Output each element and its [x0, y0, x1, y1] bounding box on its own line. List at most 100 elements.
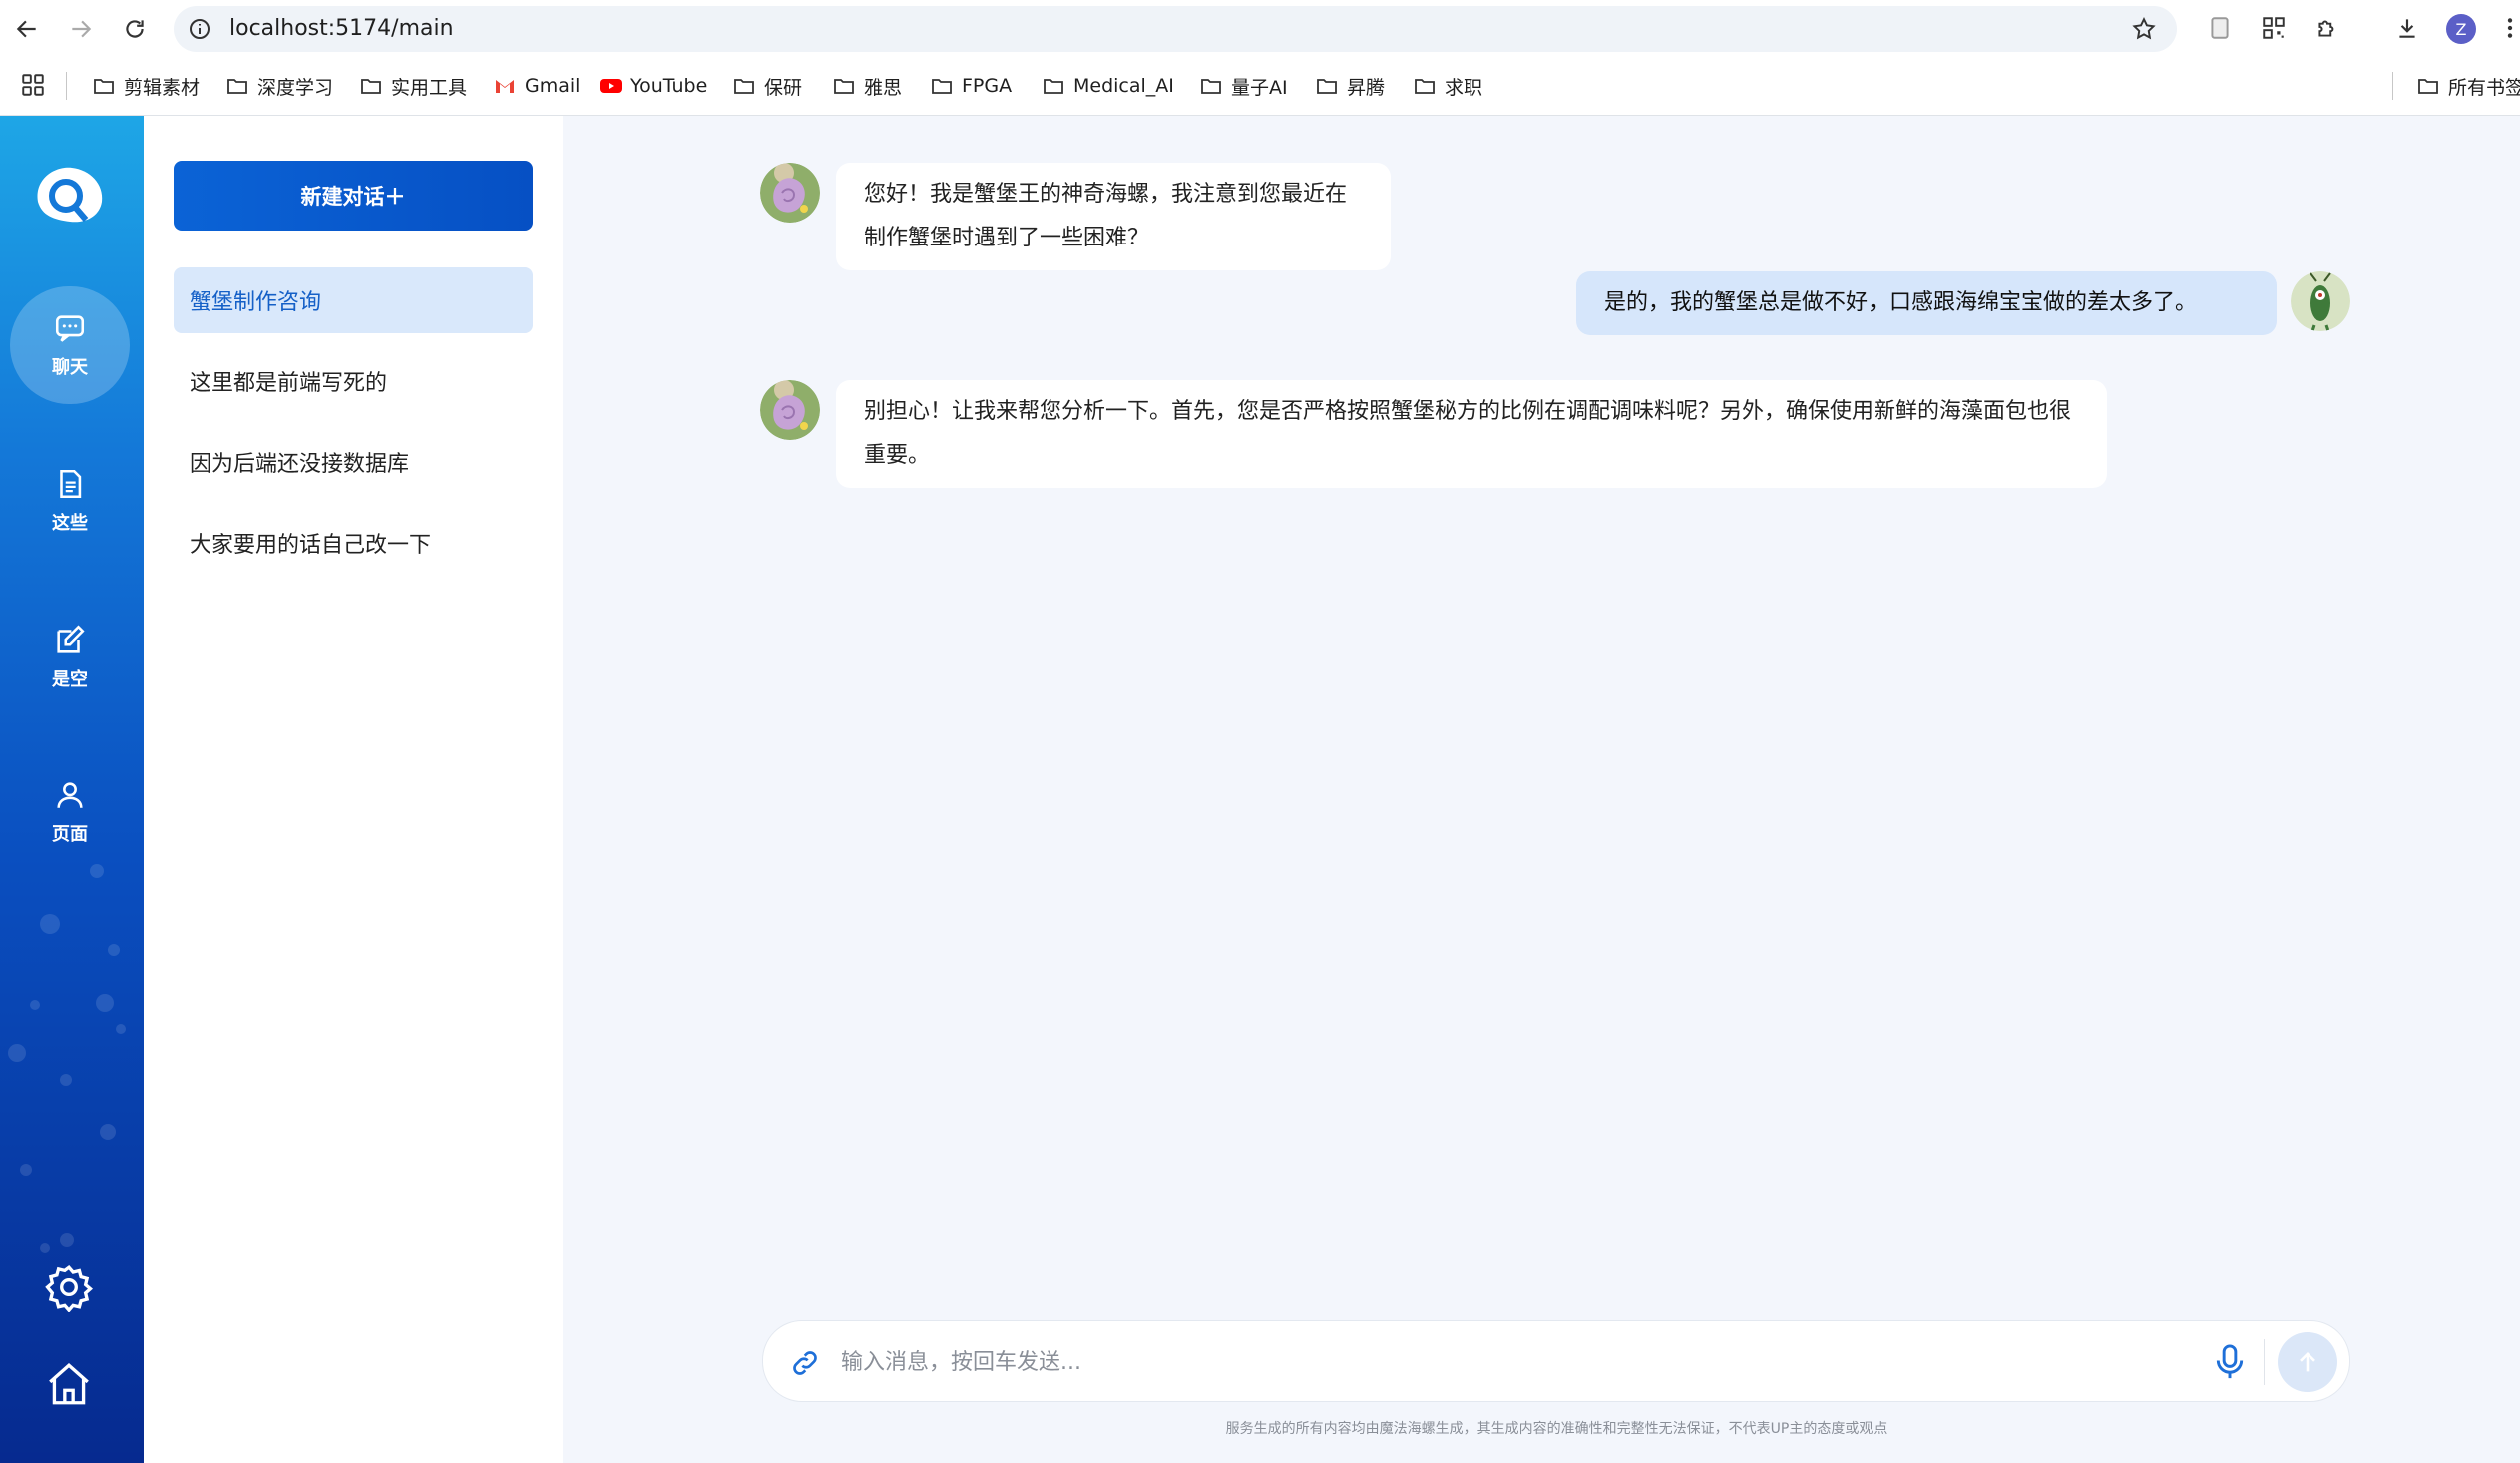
bookmark-item[interactable]: FPGA — [930, 72, 1012, 100]
folder-icon — [2418, 79, 2438, 94]
info-icon[interactable] — [188, 17, 211, 41]
downloads-button[interactable] — [2392, 13, 2422, 43]
rail-item-chat[interactable]: 聊天 — [10, 286, 130, 404]
link-icon[interactable] — [789, 1347, 821, 1379]
conch-logo-icon[interactable] — [30, 162, 108, 228]
disclaimer-text: 服务生成的所有内容均由魔法海螺生成，其生成内容的准确性和完整性无法保证，不代表U… — [1225, 1421, 1888, 1437]
conversation-item[interactable]: 这里都是前端写死的 — [174, 348, 533, 414]
bookmark-item[interactable]: 量子AI — [1199, 72, 1288, 100]
more-vert-icon — [2507, 18, 2513, 38]
composer-divider — [2264, 1339, 2265, 1385]
message-bubble-bot: 您好！我是蟹堡王的神奇海螺，我注意到您最近在制作蟹堡时遇到了一些困难？ — [836, 163, 1391, 270]
browser-menu-button[interactable] — [2500, 13, 2520, 43]
decor-dot — [96, 994, 114, 1012]
rail-item-profile[interactable]: 页面 — [10, 753, 130, 871]
decor-dot — [20, 1164, 32, 1176]
decor-dot — [108, 944, 120, 956]
conversation-item[interactable]: 大家要用的话自己改一下 — [174, 510, 533, 576]
bookmark-label: Gmail — [525, 75, 581, 97]
url-text[interactable]: localhost:5174/main — [229, 16, 454, 41]
bookmark-label: Medical_AI — [1073, 75, 1174, 97]
send-button[interactable] — [2278, 1332, 2337, 1392]
forward-button[interactable] — [66, 14, 96, 44]
conch-avatar-icon — [760, 163, 820, 223]
edit-icon — [57, 625, 85, 653]
browser-chrome: localhost:5174/main Z 剪辑素材 深度学习 实用工具 Gma… — [0, 0, 2520, 116]
user-icon — [57, 782, 83, 808]
bookmark-item[interactable]: 深度学习 — [225, 72, 333, 100]
conversation-item[interactable]: 因为后端还没接数据库 — [174, 429, 533, 495]
message-composer — [762, 1320, 2350, 1402]
chat-app: 聊天 这些 是空 页面 新建对话＋ 蟹堡制作咨询 这里都是前端写死的 因为后端还… — [0, 116, 2520, 1463]
rail-item-label: 页面 — [52, 824, 88, 845]
folder-icon — [932, 79, 952, 94]
rail-item-label: 聊天 — [52, 357, 88, 378]
apps-grid-icon[interactable] — [20, 72, 46, 98]
folder-icon — [361, 79, 381, 94]
conversation-item[interactable]: 蟹堡制作咨询 — [174, 267, 533, 333]
rail-item-edit[interactable]: 是空 — [10, 598, 130, 716]
chat-icon — [55, 315, 85, 342]
decor-dot — [100, 1124, 116, 1140]
message-bubble-user: 是的，我的蟹堡总是做不好，口感跟海绵宝宝做的差太多了。 — [1576, 271, 2277, 335]
bookmark-label: 求职 — [1445, 76, 1483, 99]
decor-dot — [8, 1044, 26, 1062]
bookmark-item[interactable]: Medical_AI — [1042, 72, 1174, 100]
youtube-icon — [600, 79, 622, 93]
folder-icon — [1415, 79, 1435, 94]
bookmark-item[interactable]: 雅思 — [832, 72, 902, 100]
reload-icon — [126, 20, 144, 38]
conversation-sidebar: 新建对话＋ 蟹堡制作咨询 这里都是前端写死的 因为后端还没接数据库 大家要用的话… — [144, 116, 563, 1463]
bookmark-label: 保研 — [764, 76, 803, 99]
bookmark-label: 雅思 — [864, 76, 903, 99]
settings-icon[interactable] — [44, 1262, 94, 1312]
bookmark-item[interactable]: YouTube — [599, 72, 707, 100]
arrow-up-icon — [2300, 1352, 2315, 1372]
new-chat-button[interactable]: 新建对话＋ — [174, 161, 533, 231]
puzzle-icon — [2318, 20, 2334, 37]
all-bookmarks-label: 所有书签 — [2448, 76, 2520, 99]
bookmark-item[interactable]: 保研 — [732, 72, 802, 100]
reload-button[interactable] — [120, 14, 150, 44]
download-icon — [2399, 19, 2415, 38]
browser-toolbar: localhost:5174/main Z — [0, 0, 2520, 58]
address-bar[interactable]: localhost:5174/main — [174, 6, 2177, 52]
arrow-left-icon — [16, 20, 36, 38]
star-icon[interactable] — [2131, 16, 2157, 42]
bookmark-label: 实用工具 — [391, 76, 468, 99]
bookmark-item[interactable]: 实用工具 — [359, 72, 467, 100]
bookmark-item[interactable]: 剪辑素材 — [92, 72, 200, 100]
extensions-button[interactable] — [2312, 13, 2342, 43]
bookmark-item[interactable]: 求职 — [1413, 72, 1482, 100]
qr-code-button[interactable] — [2259, 13, 2289, 43]
all-bookmarks[interactable]: 所有书签 — [2416, 72, 2520, 100]
message-input[interactable] — [839, 1337, 2220, 1387]
folder-icon — [1317, 79, 1337, 94]
home-icon[interactable] — [44, 1359, 94, 1409]
bookmark-label: YouTube — [630, 75, 708, 97]
folder-icon — [94, 79, 114, 94]
gmail-icon — [496, 80, 514, 93]
back-button[interactable] — [12, 14, 42, 44]
reading-mode-button[interactable] — [2205, 13, 2235, 43]
plankton-avatar-icon — [2291, 271, 2350, 331]
microphone-icon[interactable] — [2212, 1343, 2248, 1381]
decor-dot — [116, 1024, 126, 1034]
bookmarks-separator — [66, 72, 67, 100]
conch-avatar-icon — [760, 380, 820, 440]
decor-dot — [60, 1233, 74, 1247]
document-icon — [60, 469, 82, 499]
arrow-right-icon — [72, 20, 92, 38]
bookmark-label: 昇腾 — [1347, 76, 1386, 99]
decor-dot — [40, 1243, 50, 1253]
profile-avatar[interactable]: Z — [2446, 14, 2476, 44]
message-bubble-bot: 别担心！让我来帮您分析一下。首先，您是否严格按照蟹堡秘方的比例在调配调味料呢？另… — [836, 380, 2107, 488]
decor-dot — [60, 1074, 72, 1086]
rail-item-documents[interactable]: 这些 — [10, 442, 130, 560]
rail-item-label: 是空 — [52, 669, 88, 690]
bookmark-item[interactable]: Gmail — [493, 72, 580, 100]
user-avatar — [2291, 271, 2350, 331]
bookmarks-separator — [2392, 72, 2393, 100]
folder-icon — [227, 79, 247, 94]
bookmark-item[interactable]: 昇腾 — [1315, 72, 1385, 100]
